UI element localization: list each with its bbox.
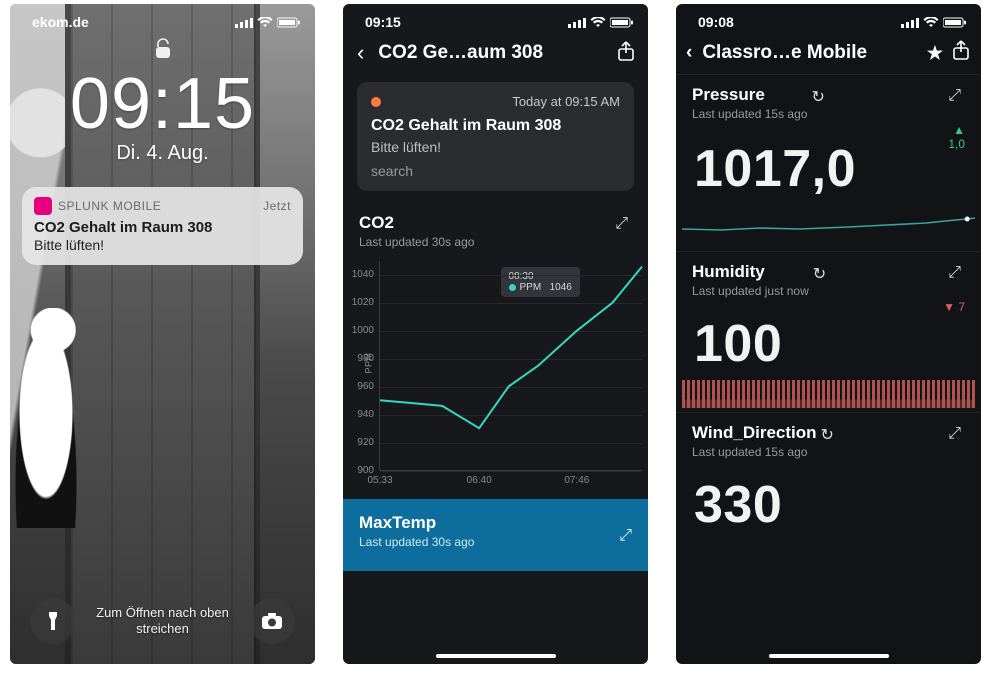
home-indicator[interactable] <box>436 654 556 658</box>
co2-chart[interactable]: PPM 08:30 PPM 1046 900920940960980100010… <box>343 251 648 477</box>
expand-button[interactable]: ⤢ <box>619 527 632 545</box>
humidity-sparkline <box>682 380 975 408</box>
notification[interactable]: SPLUNK MOBILE Jetzt CO2 Gehalt im Raum 3… <box>22 187 303 265</box>
alert-title: CO2 Gehalt im Raum 308 <box>371 117 620 135</box>
notification-body: Bitte lüften! <box>34 237 291 253</box>
x-tick: 07:46 <box>564 475 589 486</box>
share-icon <box>618 41 634 61</box>
status-time: 09:08 <box>698 14 734 30</box>
notification-app-name: SPLUNK MOBILE <box>58 199 161 213</box>
humidity-title: Humidity <box>692 262 809 282</box>
x-tick: 06:40 <box>467 475 492 486</box>
notification-time: Jetzt <box>263 199 291 213</box>
x-tick: 05:33 <box>367 475 392 486</box>
wallpaper-dog <box>10 308 82 528</box>
home-indicator[interactable] <box>769 654 889 658</box>
y-tick: 920 <box>343 437 374 448</box>
battery-icon <box>610 17 634 28</box>
status-bar: 09:08 <box>676 4 981 34</box>
wifi-icon <box>590 17 606 28</box>
y-tick: 960 <box>343 381 374 392</box>
trend-down-icon: ▼ <box>943 300 955 314</box>
y-tick: 980 <box>343 353 374 364</box>
lock-icon <box>10 38 315 66</box>
phone-co2-detail: 09:15 ‹ CO2 Ge…aum 308 Today at 09:15 AM… <box>343 4 648 664</box>
clock: 09:15 <box>10 68 315 140</box>
phone-dashboard: 09:08 ‹ Classro…e Mobile ★ Pressure Last… <box>676 4 981 664</box>
page-title: CO2 Ge…aum 308 <box>378 42 608 64</box>
phone-lockscreen: ekom.de 09:15 Di. 4. Aug. SPLUNK MOBIL <box>10 4 315 664</box>
wifi-icon <box>923 17 939 28</box>
refresh-button[interactable]: ↻ <box>809 262 834 286</box>
back-button[interactable]: ‹ <box>686 42 692 64</box>
alert-severity-dot <box>371 97 381 107</box>
refresh-button[interactable]: ↻ <box>807 85 832 109</box>
camera-button[interactable] <box>249 598 295 644</box>
signal-icon <box>568 17 586 28</box>
status-bar: 09:15 <box>343 4 648 34</box>
pressure-subtitle: Last updated 15s ago <box>692 107 807 121</box>
y-tick: 1040 <box>343 269 374 280</box>
maxtemp-subtitle: Last updated 30s ago <box>359 535 632 549</box>
trend-up-icon: ▲ <box>953 123 965 137</box>
wifi-icon <box>257 17 273 28</box>
wind-title: Wind_Direction <box>692 423 817 443</box>
battery-icon <box>277 17 301 28</box>
y-tick: 940 <box>343 409 374 420</box>
expand-button[interactable]: ⤢ <box>944 85 965 107</box>
y-tick: 1000 <box>343 325 374 336</box>
humidity-value: 100 <box>676 290 981 380</box>
maxtemp-panel[interactable]: MaxTemp Last updated 30s ago ⤢ <box>343 499 648 571</box>
date: Di. 4. Aug. <box>10 142 315 165</box>
camera-icon <box>261 612 283 630</box>
pressure-sparkline <box>682 205 975 245</box>
notification-app-icon <box>34 197 52 215</box>
favorite-button[interactable]: ★ <box>927 43 943 64</box>
battery-icon <box>943 17 967 28</box>
wind-value: 330 <box>676 461 981 541</box>
co2-panel-subtitle: Last updated 30s ago <box>359 235 474 249</box>
back-button[interactable]: ‹ <box>353 40 368 66</box>
alert-body: Bitte lüften! <box>371 139 620 155</box>
refresh-button[interactable]: ↻ <box>817 423 842 447</box>
flashlight-button[interactable] <box>30 598 76 644</box>
y-tick: 1020 <box>343 297 374 308</box>
share-button[interactable] <box>953 40 969 66</box>
alert-card[interactable]: Today at 09:15 AM CO2 Gehalt im Raum 308… <box>357 82 634 191</box>
carrier-label: ekom.de <box>32 14 89 30</box>
swipe-hint: Zum Öffnen nach oben streichen <box>93 605 233 638</box>
signal-icon <box>901 17 919 28</box>
co2-panel-header: CO2 Last updated 30s ago ⤢ <box>343 205 648 251</box>
status-time: 09:15 <box>365 14 401 30</box>
humidity-subtitle: Last updated just now <box>692 284 809 298</box>
status-bar: ekom.de <box>10 4 315 34</box>
expand-button[interactable]: ⤢ <box>944 423 965 445</box>
alert-search-label: search <box>371 163 620 179</box>
alert-timestamp: Today at 09:15 AM <box>512 94 620 109</box>
flashlight-icon <box>44 610 62 632</box>
pressure-value: 1017,0 <box>676 115 981 205</box>
pressure-title: Pressure <box>692 85 807 105</box>
page-title: Classro…e Mobile <box>702 42 917 64</box>
share-button[interactable] <box>618 41 634 66</box>
share-icon <box>953 40 969 60</box>
expand-button[interactable]: ⤢ <box>944 262 965 284</box>
signal-icon <box>235 17 253 28</box>
notification-title: CO2 Gehalt im Raum 308 <box>34 219 291 236</box>
maxtemp-title: MaxTemp <box>359 513 632 533</box>
wind-subtitle: Last updated 15s ago <box>692 445 817 459</box>
expand-button[interactable]: ⤢ <box>611 213 632 235</box>
co2-panel-title: CO2 <box>359 213 474 233</box>
